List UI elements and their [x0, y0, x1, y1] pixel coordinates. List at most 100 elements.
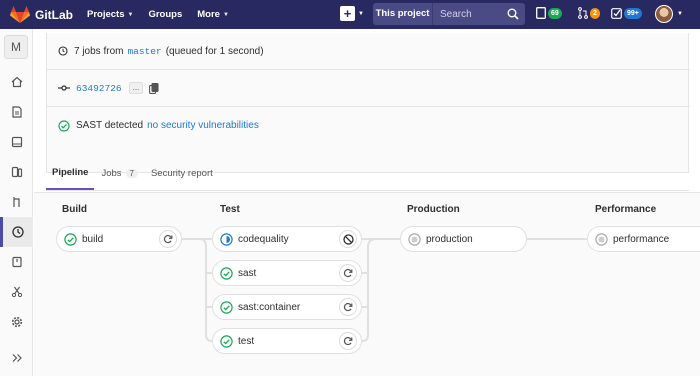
- pipeline-graph: Build Test Production Performance build …: [34, 192, 700, 376]
- sidebar-item-ci-cd[interactable]: [0, 217, 33, 247]
- cancel-icon: [342, 233, 354, 245]
- project-avatar[interactable]: M: [4, 35, 28, 59]
- sidebar-item-operations[interactable]: [0, 247, 33, 277]
- nav-more-label: More: [197, 9, 220, 20]
- tab-pipeline-label: Pipeline: [52, 166, 89, 178]
- job-sast-container[interactable]: sast:container: [212, 294, 362, 320]
- merge-request-icon: [578, 7, 588, 19]
- nav-projects-label: Projects: [87, 9, 125, 20]
- job-name: production: [426, 233, 473, 245]
- retry-icon: [343, 268, 353, 278]
- nav-projects[interactable]: Projects ▼: [87, 9, 133, 20]
- job-codequality[interactable]: codequality: [212, 226, 362, 252]
- job-name: build: [82, 233, 104, 245]
- branch-link[interactable]: master: [127, 46, 161, 57]
- sidebar-item-merge-requests[interactable]: [0, 157, 33, 187]
- sidebar-item-home[interactable]: [0, 67, 33, 97]
- todos-badge: 69: [548, 7, 562, 19]
- commit-sha-link[interactable]: 63492726: [76, 83, 122, 94]
- issues-check-icon: [611, 8, 622, 19]
- repository-icon: [11, 106, 22, 118]
- chevron-down-icon[interactable]: ▼: [677, 11, 683, 17]
- search-scope-badge[interactable]: This project: [373, 3, 432, 25]
- nav-more[interactable]: More ▼: [197, 9, 229, 20]
- search-box[interactable]: [432, 3, 525, 25]
- pipeline-tabs: Pipeline Jobs 7 Security report: [46, 157, 689, 191]
- job-build[interactable]: build: [56, 226, 182, 252]
- top-navbar: GitLab Projects ▼ Groups More ▼ + ▼ This p…: [0, 0, 700, 29]
- stage-connectors: [182, 238, 587, 342]
- manual-status-icon: [595, 232, 608, 246]
- success-status-icon: [220, 334, 233, 348]
- job-name: performance: [613, 233, 670, 245]
- tab-security-report[interactable]: Security report: [145, 156, 219, 190]
- jobs-count-badge: 7: [125, 168, 138, 178]
- success-status-icon: [220, 300, 233, 314]
- main-nav: Projects ▼ Groups More ▼: [87, 9, 244, 20]
- job-production[interactable]: production: [400, 226, 527, 252]
- clock-icon: [58, 46, 68, 56]
- home-icon: [11, 76, 22, 88]
- job-name: test: [238, 335, 255, 347]
- stage-title-production: Production: [407, 204, 460, 215]
- issues-counter[interactable]: 99+: [611, 7, 642, 19]
- gitlab-logo[interactable]: GitLab: [10, 5, 80, 24]
- job-sast[interactable]: sast: [212, 260, 362, 286]
- job-name: sast: [238, 267, 257, 279]
- stage-title-test: Test: [220, 204, 240, 215]
- merge-requests-icon: [11, 166, 22, 178]
- chevron-down-icon: ▼: [358, 10, 364, 17]
- sidebar-item-snippets[interactable]: [0, 277, 33, 307]
- retry-button[interactable]: [339, 332, 357, 350]
- manual-status-icon: [408, 232, 421, 246]
- commit-icon: [58, 85, 70, 91]
- settings-icon: [11, 316, 22, 328]
- tab-jobs-label: Jobs: [101, 167, 122, 179]
- retry-icon: [343, 302, 353, 312]
- jobs-count-text: 7 jobs from: [74, 45, 124, 57]
- job-name: sast:container: [238, 301, 301, 313]
- retry-button[interactable]: [339, 264, 357, 282]
- retry-icon: [163, 234, 173, 244]
- commit-description-toggle[interactable]: ...: [128, 82, 144, 94]
- merge-requests-counter[interactable]: 2: [578, 7, 600, 19]
- nav-groups[interactable]: Groups: [148, 9, 182, 20]
- sast-report-link[interactable]: no security vulnerabilities: [147, 120, 259, 131]
- project-sidebar: M: [0, 29, 33, 376]
- tab-jobs[interactable]: Jobs 7: [95, 156, 144, 190]
- retry-icon: [343, 336, 353, 346]
- brand-name: GitLab: [35, 7, 73, 22]
- pipeline-jobs-summary: 7 jobs from master (queued for 1 second): [47, 33, 690, 70]
- new-dropdown-button[interactable]: + ▼: [340, 6, 364, 21]
- ci-cd-icon: [12, 226, 24, 238]
- job-performance[interactable]: performance: [587, 226, 700, 252]
- success-status-icon: [64, 232, 77, 246]
- job-test[interactable]: test: [212, 328, 362, 354]
- sidebar-item-issues[interactable]: [0, 127, 33, 157]
- stage-title-performance: Performance: [595, 204, 657, 215]
- chevron-down-icon: ▼: [127, 11, 134, 18]
- snippets-icon: [11, 286, 22, 298]
- copy-icon[interactable]: [149, 82, 159, 94]
- search-input[interactable]: [433, 3, 503, 25]
- sidebar-item-settings[interactable]: [0, 307, 33, 337]
- retry-button[interactable]: [339, 298, 357, 316]
- sidebar-collapse-toggle[interactable]: [0, 343, 33, 373]
- tab-security-report-label: Security report: [150, 167, 213, 179]
- todos-counter[interactable]: 69: [536, 7, 562, 19]
- sast-summary-row: SAST detected no security vulnerabilitie…: [47, 107, 690, 144]
- sidebar-item-branches[interactable]: [0, 187, 33, 217]
- issues-badge: 99+: [624, 7, 642, 19]
- gitlab-tanuki-icon: [10, 5, 30, 23]
- tab-pipeline[interactable]: Pipeline: [46, 156, 95, 190]
- chevron-down-icon: ▼: [222, 11, 229, 18]
- branch-icon: [12, 197, 20, 207]
- merge-requests-badge: 2: [590, 7, 600, 19]
- search-icon: [507, 8, 519, 20]
- user-avatar[interactable]: [655, 5, 673, 23]
- running-status-icon: [220, 232, 233, 246]
- success-status-icon: [220, 266, 233, 280]
- cancel-button[interactable]: [339, 230, 357, 248]
- retry-button[interactable]: [159, 230, 177, 248]
- sidebar-item-repository[interactable]: [0, 97, 33, 127]
